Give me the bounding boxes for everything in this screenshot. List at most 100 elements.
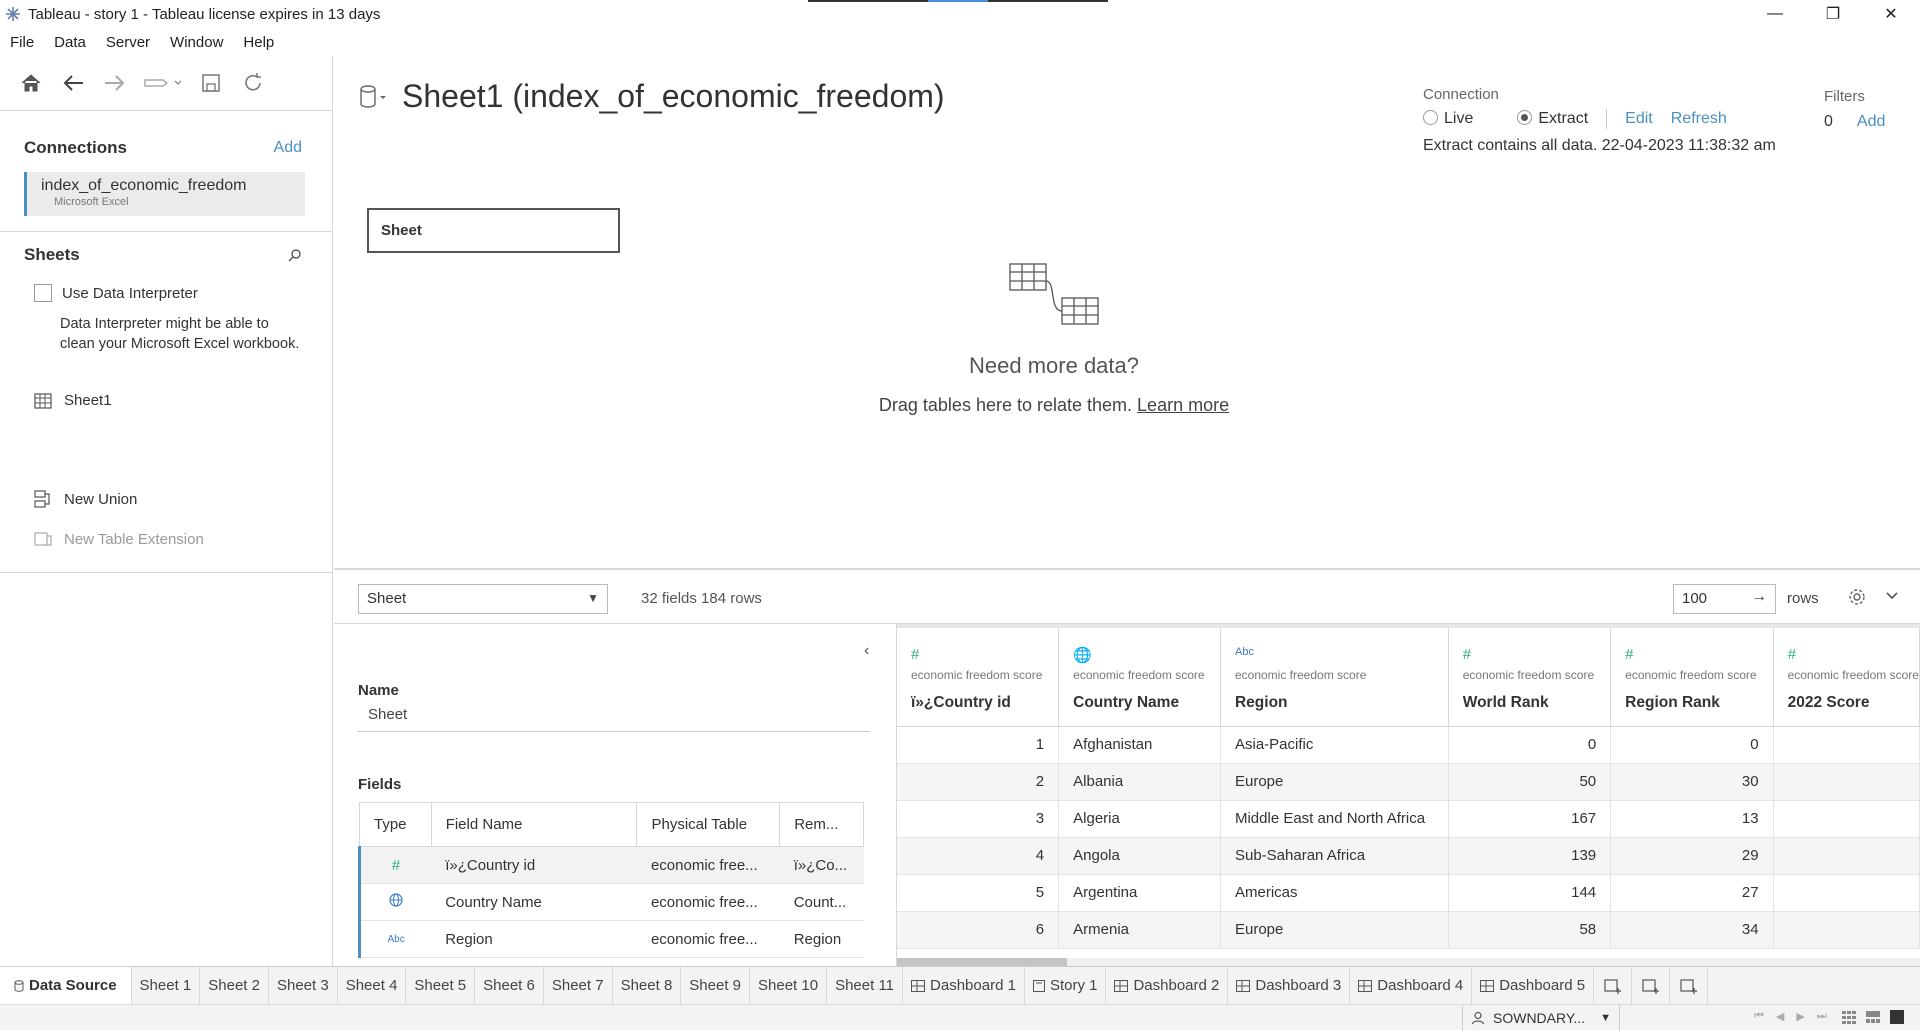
tabs-view-icon[interactable]: [1890, 1010, 1904, 1024]
table-row[interactable]: 2 Albania Europe 50 30: [897, 763, 1920, 801]
name-field[interactable]: Sheet: [358, 706, 870, 732]
tab-dashboard[interactable]: Dashboard 4: [1350, 966, 1473, 1005]
tab-sheet[interactable]: Sheet 11: [827, 966, 904, 1005]
string-type-icon[interactable]: Abc: [358, 920, 432, 958]
search-icon[interactable]: [288, 248, 302, 262]
table-row[interactable]: 3 Algeria Middle East and North Africa 167 1…: [897, 800, 1920, 838]
add-filter-link[interactable]: Add: [1857, 113, 1885, 131]
grid-column-header[interactable]: 🌐 economic freedom score Country Name: [1058, 624, 1221, 727]
datasource-icon[interactable]: [358, 84, 388, 110]
string-type-icon[interactable]: Abc: [1235, 646, 1448, 664]
number-type-icon[interactable]: #: [358, 846, 432, 884]
tab-sheet[interactable]: Sheet 4: [338, 966, 407, 1005]
col-physical-table[interactable]: Physical Table: [636, 802, 781, 847]
globe-type-icon[interactable]: 🌐: [1073, 646, 1220, 664]
table-row[interactable]: Country Name economic free... Count...: [358, 883, 864, 921]
table-select[interactable]: Sheet ▼: [358, 584, 608, 614]
number-type-icon[interactable]: #: [1463, 646, 1610, 664]
tab-sheet[interactable]: Sheet 10: [750, 966, 828, 1005]
tab-sheet[interactable]: Sheet 8: [613, 966, 682, 1005]
grid-cell: [1773, 911, 1920, 949]
add-connection-link[interactable]: Add: [274, 139, 302, 157]
table-row[interactable]: 4 Angola Sub-Saharan Africa 139 29: [897, 837, 1920, 875]
tab-dashboard[interactable]: Dashboard 5: [1472, 966, 1595, 1005]
number-type-icon[interactable]: #: [911, 646, 1058, 664]
close-button[interactable]: ✕: [1862, 0, 1920, 28]
tab-story[interactable]: Story 1: [1025, 966, 1107, 1005]
tab-dashboard[interactable]: Dashboard 1: [903, 966, 1025, 1005]
sheet-list-item[interactable]: Sheet1: [34, 392, 112, 409]
menu-file[interactable]: File: [0, 34, 44, 51]
new-story-icon[interactable]: [1670, 966, 1709, 1005]
new-union[interactable]: New Union: [34, 490, 137, 508]
number-type-icon[interactable]: #: [1788, 646, 1919, 664]
tab-data-source[interactable]: Data Source: [0, 966, 132, 1005]
next-sheet-icon[interactable]: ▶: [1796, 1010, 1804, 1023]
tab-dashboard[interactable]: Dashboard 2: [1106, 966, 1229, 1005]
refresh-link[interactable]: Refresh: [1671, 110, 1727, 128]
new-dashboard-icon[interactable]: [1632, 966, 1671, 1005]
menu-help[interactable]: Help: [233, 34, 284, 51]
restore-button[interactable]: ❐: [1804, 0, 1862, 28]
forward-arrow-icon[interactable]: [98, 66, 132, 100]
save-icon[interactable]: [194, 66, 228, 100]
grid-column-header[interactable]: # economic freedom score Region Rank: [1610, 624, 1774, 727]
interpreter-checkbox[interactable]: [34, 284, 52, 302]
connection-card[interactable]: index_of_economic_freedom Microsoft Exce…: [24, 172, 305, 216]
gear-icon[interactable]: [1848, 588, 1866, 606]
table-row[interactable]: Abc Region economic free... Region: [358, 920, 864, 958]
new-table-extension[interactable]: New Table Extension: [34, 530, 204, 548]
replay-icon[interactable]: [140, 66, 186, 100]
grid-column-header[interactable]: # economic freedom score ï»¿Country id: [897, 624, 1060, 727]
collapse-pane-icon[interactable]: ‹: [864, 642, 869, 660]
user-menu[interactable]: SOWNDARY... ▼: [1462, 1005, 1620, 1031]
use-data-interpreter[interactable]: Use Data Interpreter: [34, 284, 198, 302]
new-worksheet-icon[interactable]: [1594, 966, 1633, 1005]
grid-column-header[interactable]: Abc economic freedom score Region: [1220, 624, 1449, 727]
apply-arrow-icon[interactable]: →: [1751, 588, 1767, 606]
table-row[interactable]: 6 Armenia Europe 58 34: [897, 911, 1920, 949]
table-row[interactable]: # ï»¿Country id economic free... ï»¿Co..…: [358, 846, 864, 884]
grid-cell: 0: [1448, 726, 1612, 764]
globe-type-icon[interactable]: [358, 883, 432, 921]
tab-sheet[interactable]: Sheet 5: [406, 966, 476, 1005]
col-type[interactable]: Type: [359, 802, 432, 847]
home-icon[interactable]: [14, 66, 48, 100]
tab-dashboard[interactable]: Dashboard 3: [1228, 966, 1351, 1005]
number-type-icon[interactable]: #: [1625, 646, 1772, 664]
sheet-sorter-icon[interactable]: [1842, 1010, 1856, 1024]
menu-window[interactable]: Window: [160, 34, 233, 51]
edit-link[interactable]: Edit: [1625, 110, 1653, 128]
tab-sheet[interactable]: Sheet 1: [132, 966, 201, 1005]
filmstrip-icon[interactable]: [1866, 1010, 1880, 1024]
new-table-extension-label: New Table Extension: [64, 530, 204, 548]
extract-radio[interactable]: Extract: [1517, 110, 1588, 128]
chevron-down-icon[interactable]: [1884, 588, 1900, 604]
horizontal-scrollbar[interactable]: [897, 958, 1920, 966]
col-remote[interactable]: Rem...: [779, 802, 864, 847]
col-field-name[interactable]: Field Name: [430, 802, 638, 847]
live-radio[interactable]: Live: [1423, 110, 1473, 128]
tab-sheet[interactable]: Sheet 6: [475, 966, 544, 1005]
table-row[interactable]: 1 Afghanistan Asia-Pacific 0 0: [897, 726, 1920, 764]
table-pill-sheet[interactable]: Sheet: [367, 208, 620, 253]
refresh-icon[interactable]: [236, 66, 270, 100]
tab-sheet[interactable]: Sheet 3: [269, 966, 338, 1005]
relate-tables-icon: [1009, 263, 1099, 325]
grid-column-header[interactable]: # economic freedom score 2022 Score: [1773, 624, 1920, 727]
first-sheet-icon[interactable]: ⏮: [1754, 1010, 1764, 1023]
table-row[interactable]: 5 Argentina Americas 144 27: [897, 874, 1920, 912]
last-sheet-icon[interactable]: ⏭: [1817, 1010, 1827, 1023]
menu-server[interactable]: Server: [96, 34, 160, 51]
tab-sheet[interactable]: Sheet 2: [200, 966, 269, 1005]
minimize-button[interactable]: —: [1746, 0, 1804, 28]
menu-data[interactable]: Data: [44, 34, 96, 51]
learn-more-link[interactable]: Learn more: [1137, 395, 1229, 415]
tab-sheet[interactable]: Sheet 7: [544, 966, 613, 1005]
tab-sheet[interactable]: Sheet 9: [681, 966, 751, 1005]
grid-column-header[interactable]: # economic freedom score World Rank: [1448, 624, 1612, 727]
back-arrow-icon[interactable]: [56, 66, 90, 100]
prev-sheet-icon[interactable]: ◀: [1776, 1010, 1784, 1023]
page-title[interactable]: Sheet1 (index_of_economic_freedom): [402, 78, 945, 115]
rows-input[interactable]: 100 →: [1673, 584, 1776, 614]
